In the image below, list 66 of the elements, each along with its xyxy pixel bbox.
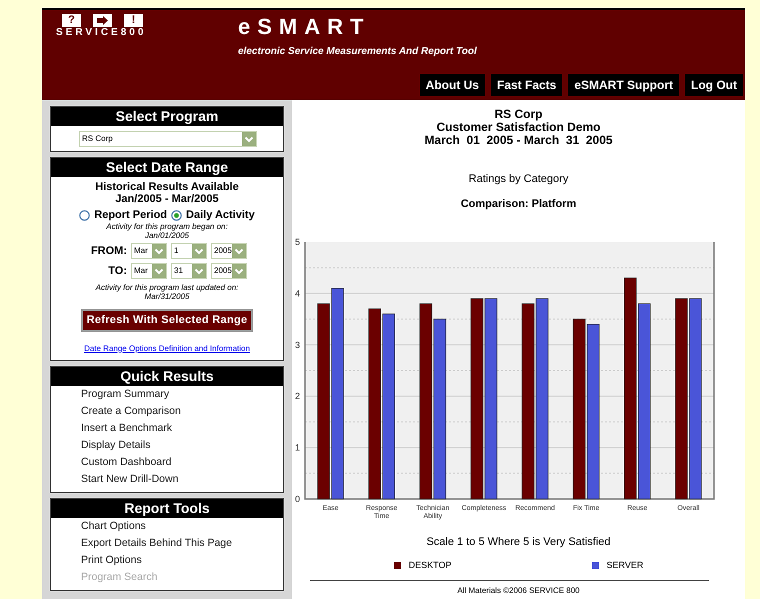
program-select[interactable]: RS Corp <box>79 131 257 147</box>
arrow-key <box>93 14 112 27</box>
caret-icon <box>242 132 256 146</box>
day-select[interactable]: 31 <box>171 262 207 279</box>
activity-date: Mar/31/2005 <box>144 292 190 301</box>
report-heading: March 01 2005 - March 31 2005 <box>423 134 614 147</box>
activity-date: Jan/01/2005 <box>144 231 190 240</box>
menu-item[interactable]: Start New Drill-Down <box>51 471 283 488</box>
nav-button[interactable]: Fast Facts <box>490 74 562 96</box>
day-select[interactable]: 1 <box>171 243 207 260</box>
y-tick-label: 5 <box>294 237 300 247</box>
menu-item[interactable]: Program Summary <box>51 386 283 403</box>
radio-button[interactable] <box>171 210 182 221</box>
legend-label: SERVER <box>606 558 644 572</box>
menu-item[interactable]: Print Options <box>51 552 283 569</box>
availability-text: Historical Results Available <box>94 181 240 193</box>
month-select[interactable]: Mar <box>131 262 167 279</box>
app-subtitle: electronic Service Measurements And Report Tool <box>238 45 477 59</box>
report-heading: Customer Satisfaction Demo <box>435 121 602 134</box>
availability-range: Jan/2005 - Mar/2005 <box>114 193 220 205</box>
panel-header: Select Date Range <box>51 158 283 177</box>
caret-icon <box>152 244 166 258</box>
radio-button[interactable] <box>79 210 90 221</box>
date-label: TO: <box>107 264 127 278</box>
nav-button[interactable]: About Us <box>420 74 485 96</box>
menu-item[interactable]: Insert a Benchmark <box>51 420 283 437</box>
date-label: FROM: <box>90 244 127 259</box>
activity-note: Activity for this program began on: <box>105 222 229 231</box>
year-select[interactable]: 2005 <box>211 262 247 279</box>
caret-icon <box>192 264 206 278</box>
y-tick-label: 4 <box>294 288 300 298</box>
radio-label[interactable]: Daily Activity <box>186 209 255 222</box>
y-tick-label: 3 <box>294 340 300 350</box>
radio-label[interactable]: Report Period <box>94 209 168 222</box>
logo-wordmark: SERVICE800 <box>56 27 148 39</box>
year-select[interactable]: 2005 <box>211 243 247 260</box>
legend-label: DESKTOP <box>408 558 452 572</box>
panel-header: Report Tools <box>51 499 283 518</box>
activity-note: Activity for this program last updated on: <box>94 283 240 292</box>
y-tick-label: 0 <box>294 494 300 504</box>
caret-icon <box>192 244 206 258</box>
month-select[interactable]: Mar <box>131 243 167 260</box>
y-tick-label: 1 <box>294 442 300 453</box>
panel-header: Quick Results <box>51 367 283 386</box>
nav-button[interactable]: eSMART Support <box>568 74 680 96</box>
footer-text: All Materials ©2006 SERVICE 800 <box>456 585 581 597</box>
caret-icon <box>152 264 166 278</box>
menu-item[interactable]: Custom Dashboard <box>51 454 283 471</box>
scale-note: Scale 1 to 5 Where 5 is Very Satisfied <box>425 535 612 550</box>
help-key: ? <box>62 14 81 27</box>
panel-header: Select Program <box>51 107 283 126</box>
menu-item[interactable]: Export Details Behind This Page <box>51 535 283 552</box>
menu-item[interactable]: Chart Options <box>51 518 283 535</box>
report-heading: RS Corp <box>494 108 544 121</box>
alert-key: ! <box>124 14 143 27</box>
menu-item[interactable]: Create a Comparison <box>51 403 283 420</box>
info-link[interactable]: Date Range Options Definition and Information <box>84 344 250 352</box>
menu-item[interactable]: Display Details <box>51 437 283 454</box>
caret-icon <box>232 264 246 278</box>
app-title: eSMART <box>238 14 372 40</box>
chart-subtitle: Comparison: Platform <box>460 196 578 212</box>
nav-button[interactable]: Log Out <box>685 74 743 96</box>
y-tick-label: 2 <box>294 391 300 402</box>
refresh-button[interactable]: Refresh With Selected Range <box>80 309 254 332</box>
caret-icon <box>232 244 246 258</box>
chart-title: Ratings by Category <box>468 172 570 187</box>
